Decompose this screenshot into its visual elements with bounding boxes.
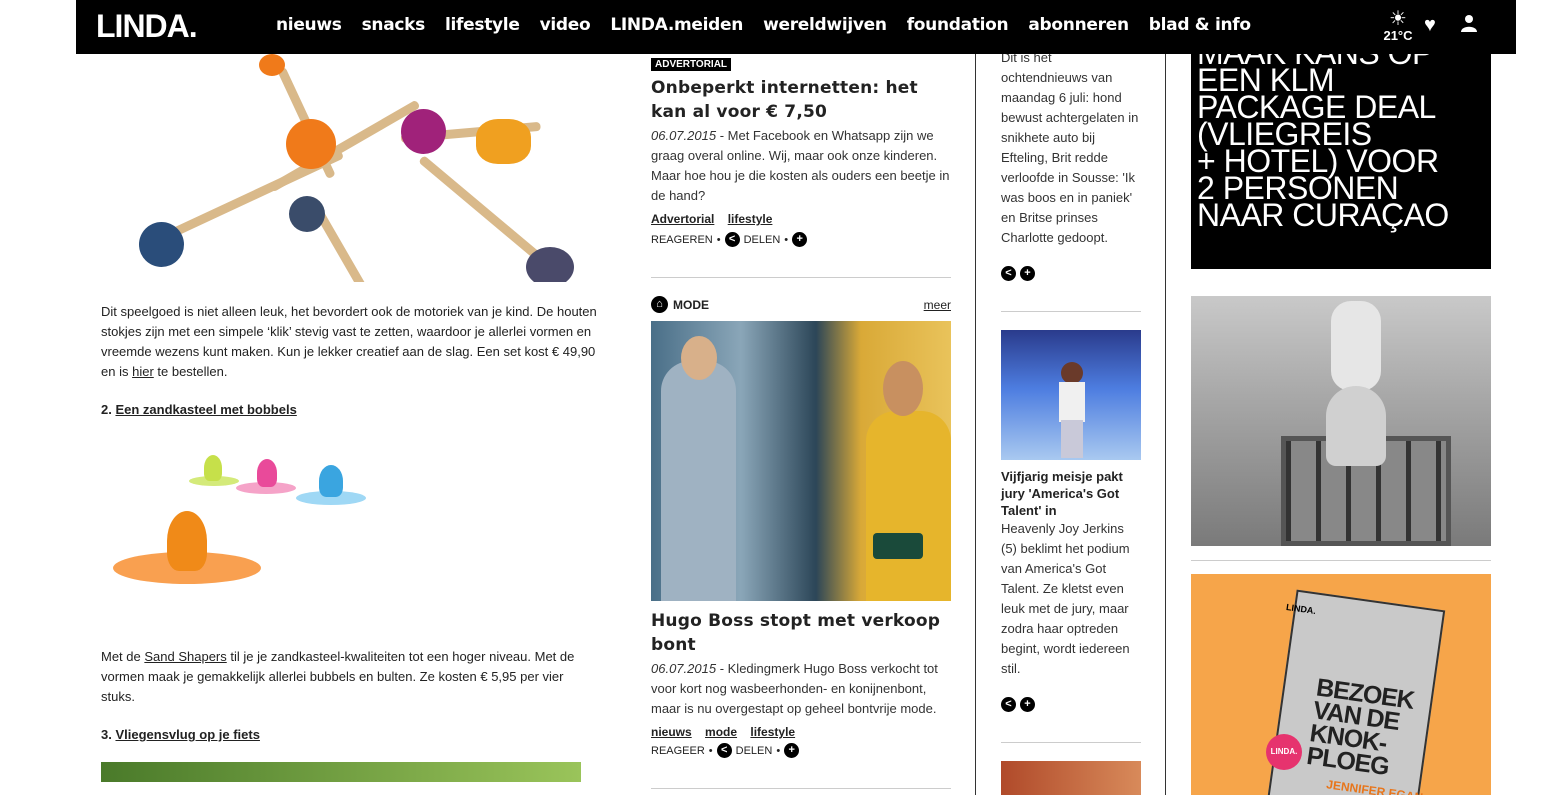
sidebar-news-column: Dit is het ochtendnieuws van maandag 6 j… — [1001, 48, 1141, 795]
tag-lifestyle[interactable]: lifestyle — [728, 212, 773, 226]
plus-icon[interactable]: + — [1020, 697, 1035, 712]
more-link[interactable]: meer — [924, 298, 951, 312]
share-icon[interactable]: < — [1001, 697, 1016, 712]
talent-title[interactable]: Vijfjarig meisje pakt jury 'America's Go… — [1001, 468, 1141, 519]
article-body: Dit speelgoed is niet alleen leuk, het b… — [101, 54, 601, 782]
heart-icon[interactable]: ♥ — [1424, 14, 1436, 37]
column-divider — [1165, 54, 1166, 795]
advertorial-badge: ADVERTORIAL — [651, 58, 732, 71]
react-link[interactable]: REAGEREN — [651, 234, 713, 246]
divider — [651, 277, 951, 278]
article-date: 06.07.2015 — [651, 128, 717, 143]
section-header-mode: ⌂ MODE meer — [651, 296, 951, 313]
article-title[interactable]: Onbeperkt internetten: het kan al voor €… — [651, 76, 951, 124]
main-nav: nieuws snacks lifestyle video LINDA.meid… — [276, 15, 1271, 35]
item-3-image — [101, 762, 581, 782]
share-link[interactable]: DELEN — [736, 745, 773, 757]
talent-teaser: Heavenly Joy Jerkins (5) beklimt het pod… — [1001, 521, 1130, 676]
hugo-boss-image[interactable] — [651, 321, 951, 601]
section-label[interactable]: MODE — [673, 298, 709, 312]
share-icon[interactable]: < — [1001, 266, 1016, 281]
fitness-jump-image[interactable] — [1191, 296, 1491, 546]
news-actions: < + — [1001, 266, 1141, 281]
talent-actions: < + — [1001, 697, 1141, 712]
nav-item-abonneren[interactable]: abonneren — [1028, 15, 1129, 35]
hanger-icon: ⌂ — [651, 296, 668, 313]
article-date: 06.07.2015 — [651, 661, 717, 676]
divider — [1001, 311, 1141, 312]
book-promo-image[interactable]: LINDA. BEZOEK VAN DE KNOK-PLOEG JENNIFER… — [1191, 574, 1491, 795]
react-link[interactable]: REAGEER — [651, 745, 705, 757]
item-3-link[interactable]: Vliegensvlug op je fiets — [115, 727, 259, 742]
divider — [1191, 560, 1491, 561]
share-icon[interactable]: < — [724, 232, 740, 247]
plus-icon[interactable]: + — [1020, 266, 1035, 281]
column-divider — [975, 54, 976, 795]
share-link[interactable]: DELEN — [744, 234, 781, 246]
nav-item-linda-meiden[interactable]: LINDA.meiden — [610, 15, 743, 35]
item-2-link[interactable]: Een zandkasteel met bobbels — [115, 402, 296, 417]
news-teaser[interactable]: Dit is het ochtendnieuws van maandag 6 j… — [1001, 48, 1141, 248]
toy-construction-image — [101, 54, 581, 282]
tag-advertorial[interactable]: Advertorial — [651, 212, 714, 226]
article-actions: REAGEREN • < DELEN • + — [651, 232, 951, 247]
item-2-heading: 2. Een zandkasteel met bobbels — [101, 402, 297, 417]
linda-logo[interactable]: LINDA. — [96, 8, 198, 45]
talent-image[interactable] — [1001, 330, 1141, 460]
nav-item-blad-info[interactable]: blad & info — [1149, 15, 1251, 35]
right-column: MAAK KANS OP EEN KLM PACKAGE DEAL (VLIEG… — [1191, 54, 1491, 795]
article-title[interactable]: Hugo Boss stopt met verkoop bont — [651, 609, 951, 657]
next-article-image[interactable] — [1001, 761, 1141, 795]
divider — [651, 788, 951, 789]
sand-shapers-image — [101, 417, 581, 647]
top-navigation-bar: LINDA. nieuws snacks lifestyle video LIN… — [76, 0, 1516, 54]
plus-icon[interactable]: + — [784, 743, 800, 758]
share-icon[interactable]: < — [716, 743, 732, 758]
weather-temperature: 21°C — [1383, 28, 1413, 43]
article-tags: Advertorial lifestyle — [651, 212, 951, 226]
nav-item-wereldwijven[interactable]: wereldwijven — [763, 15, 887, 35]
book-sticker: LINDA. — [1266, 734, 1302, 770]
divider — [1001, 742, 1141, 743]
nav-item-video[interactable]: video — [540, 15, 591, 35]
weather-widget[interactable]: ☀ 21°C — [1378, 8, 1418, 43]
tag-mode[interactable]: mode — [705, 725, 737, 739]
sand-shapers-link[interactable]: Sand Shapers — [144, 649, 226, 664]
klm-promo-banner[interactable]: MAAK KANS OP EEN KLM PACKAGE DEAL (VLIEG… — [1191, 54, 1491, 269]
tag-nieuws[interactable]: nieuws — [651, 725, 692, 739]
tag-lifestyle[interactable]: lifestyle — [750, 725, 795, 739]
nav-item-nieuws[interactable]: nieuws — [276, 15, 342, 35]
sun-icon: ☀ — [1389, 8, 1407, 30]
user-icon[interactable] — [1460, 14, 1478, 37]
item-3-heading: 3. Vliegensvlug op je fiets — [101, 727, 260, 742]
book-title: BEZOEK VAN DE KNOK-PLOEG — [1304, 673, 1416, 782]
nav-item-snacks[interactable]: snacks — [362, 15, 426, 35]
nav-item-lifestyle[interactable]: lifestyle — [445, 15, 520, 35]
article-tags: nieuws mode lifestyle — [651, 725, 951, 739]
hier-link[interactable]: hier — [132, 364, 154, 379]
article-actions: REAGEER • < DELEN • + — [651, 743, 951, 758]
plus-icon[interactable]: + — [792, 232, 808, 247]
news-column: ADVERTORIAL Onbeperkt internetten: het k… — [651, 54, 951, 789]
nav-item-foundation[interactable]: foundation — [907, 15, 1009, 35]
